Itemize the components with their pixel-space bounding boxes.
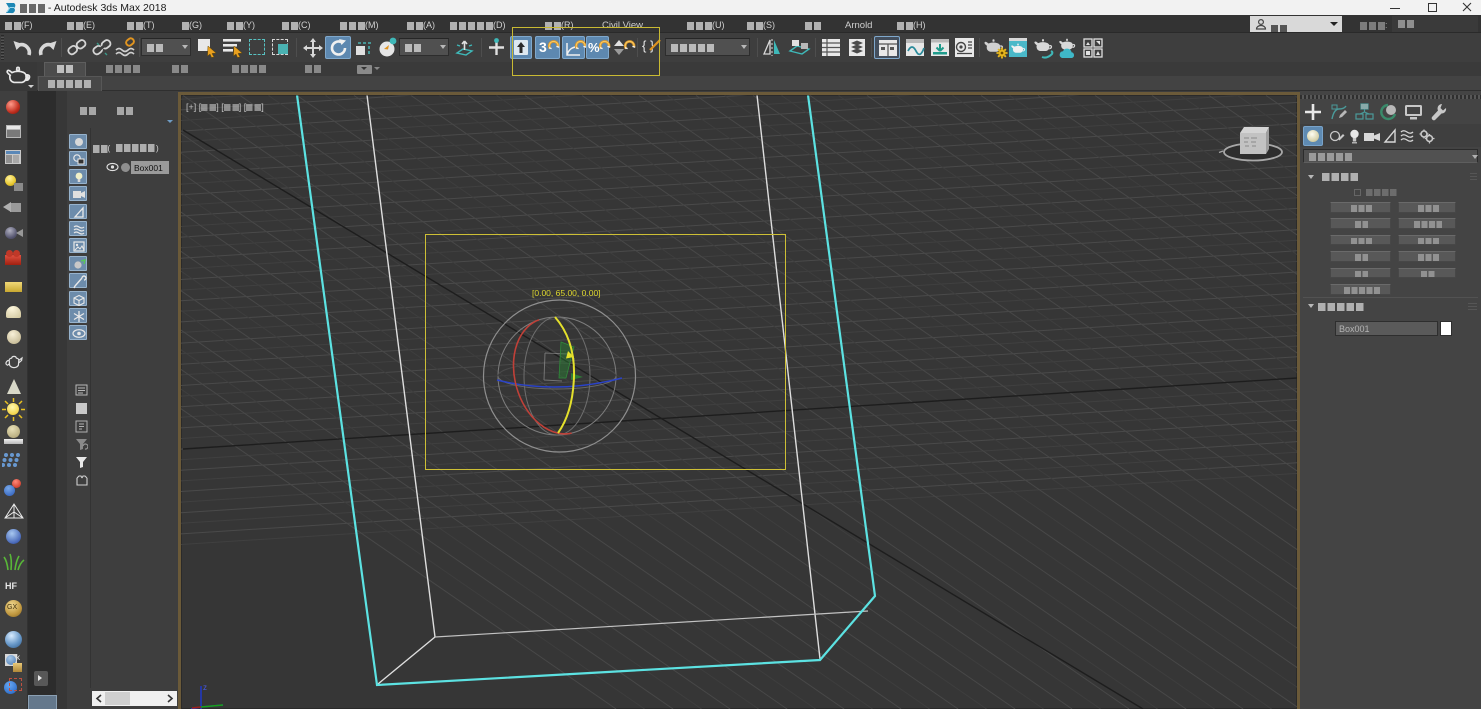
svg-text:z: z	[203, 683, 207, 692]
